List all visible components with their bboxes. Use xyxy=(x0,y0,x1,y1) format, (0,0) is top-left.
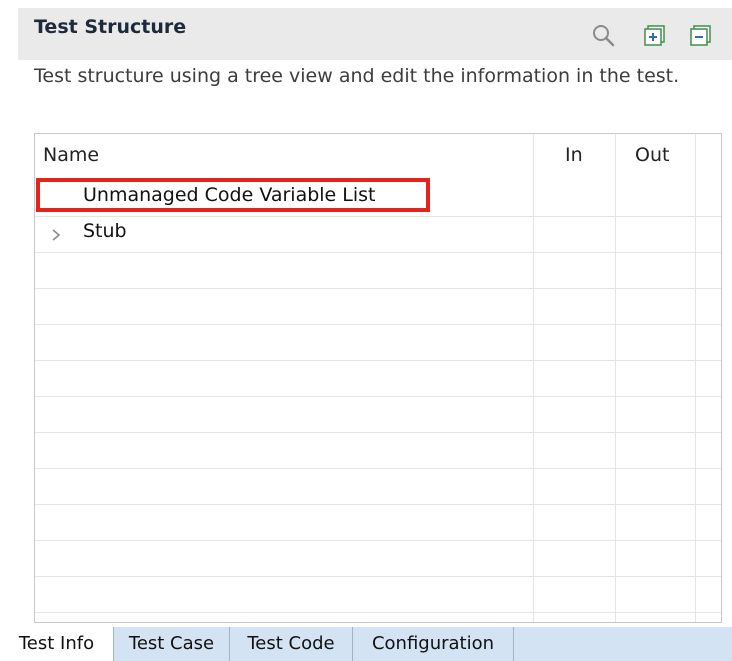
panel-header: Test Structure xyxy=(18,8,732,60)
tab-test-code[interactable]: Test Code xyxy=(230,627,353,661)
tree-row-stub[interactable]: Stub xyxy=(35,216,721,252)
search-icon[interactable] xyxy=(590,22,616,48)
row-divider xyxy=(35,324,721,325)
tab-test-case[interactable]: Test Case xyxy=(114,627,230,661)
chevron-right-icon[interactable] xyxy=(49,226,63,244)
tab-configuration[interactable]: Configuration xyxy=(353,627,514,661)
tree-row-label: Unmanaged Code Variable List xyxy=(83,184,376,206)
tree-table[interactable]: Name In Out Unmanaged Code Variable List… xyxy=(34,133,722,623)
expand-all-icon[interactable] xyxy=(642,22,668,48)
tree-row-label: Stub xyxy=(83,220,127,242)
tree-row-unmanaged-code-variable-list[interactable]: Unmanaged Code Variable List xyxy=(35,180,721,216)
column-header-out[interactable]: Out xyxy=(635,144,669,166)
column-header-in[interactable]: In xyxy=(565,144,583,166)
tab-test-info[interactable]: Test Info xyxy=(0,627,114,661)
row-divider xyxy=(35,432,721,433)
row-divider xyxy=(35,504,721,505)
row-divider xyxy=(35,468,721,469)
row-divider xyxy=(35,576,721,577)
row-divider xyxy=(35,612,721,613)
panel-description: Test structure using a tree view and edi… xyxy=(34,65,680,87)
row-divider xyxy=(35,288,721,289)
column-header-name[interactable]: Name xyxy=(43,144,99,166)
row-divider xyxy=(35,396,721,397)
panel-title: Test Structure xyxy=(34,16,187,38)
tab-bar: Test Info Test Case Test Code Configurat… xyxy=(0,627,732,661)
row-divider xyxy=(35,360,721,361)
row-divider xyxy=(35,252,721,253)
row-divider xyxy=(35,540,721,541)
collapse-all-icon[interactable] xyxy=(688,22,714,48)
